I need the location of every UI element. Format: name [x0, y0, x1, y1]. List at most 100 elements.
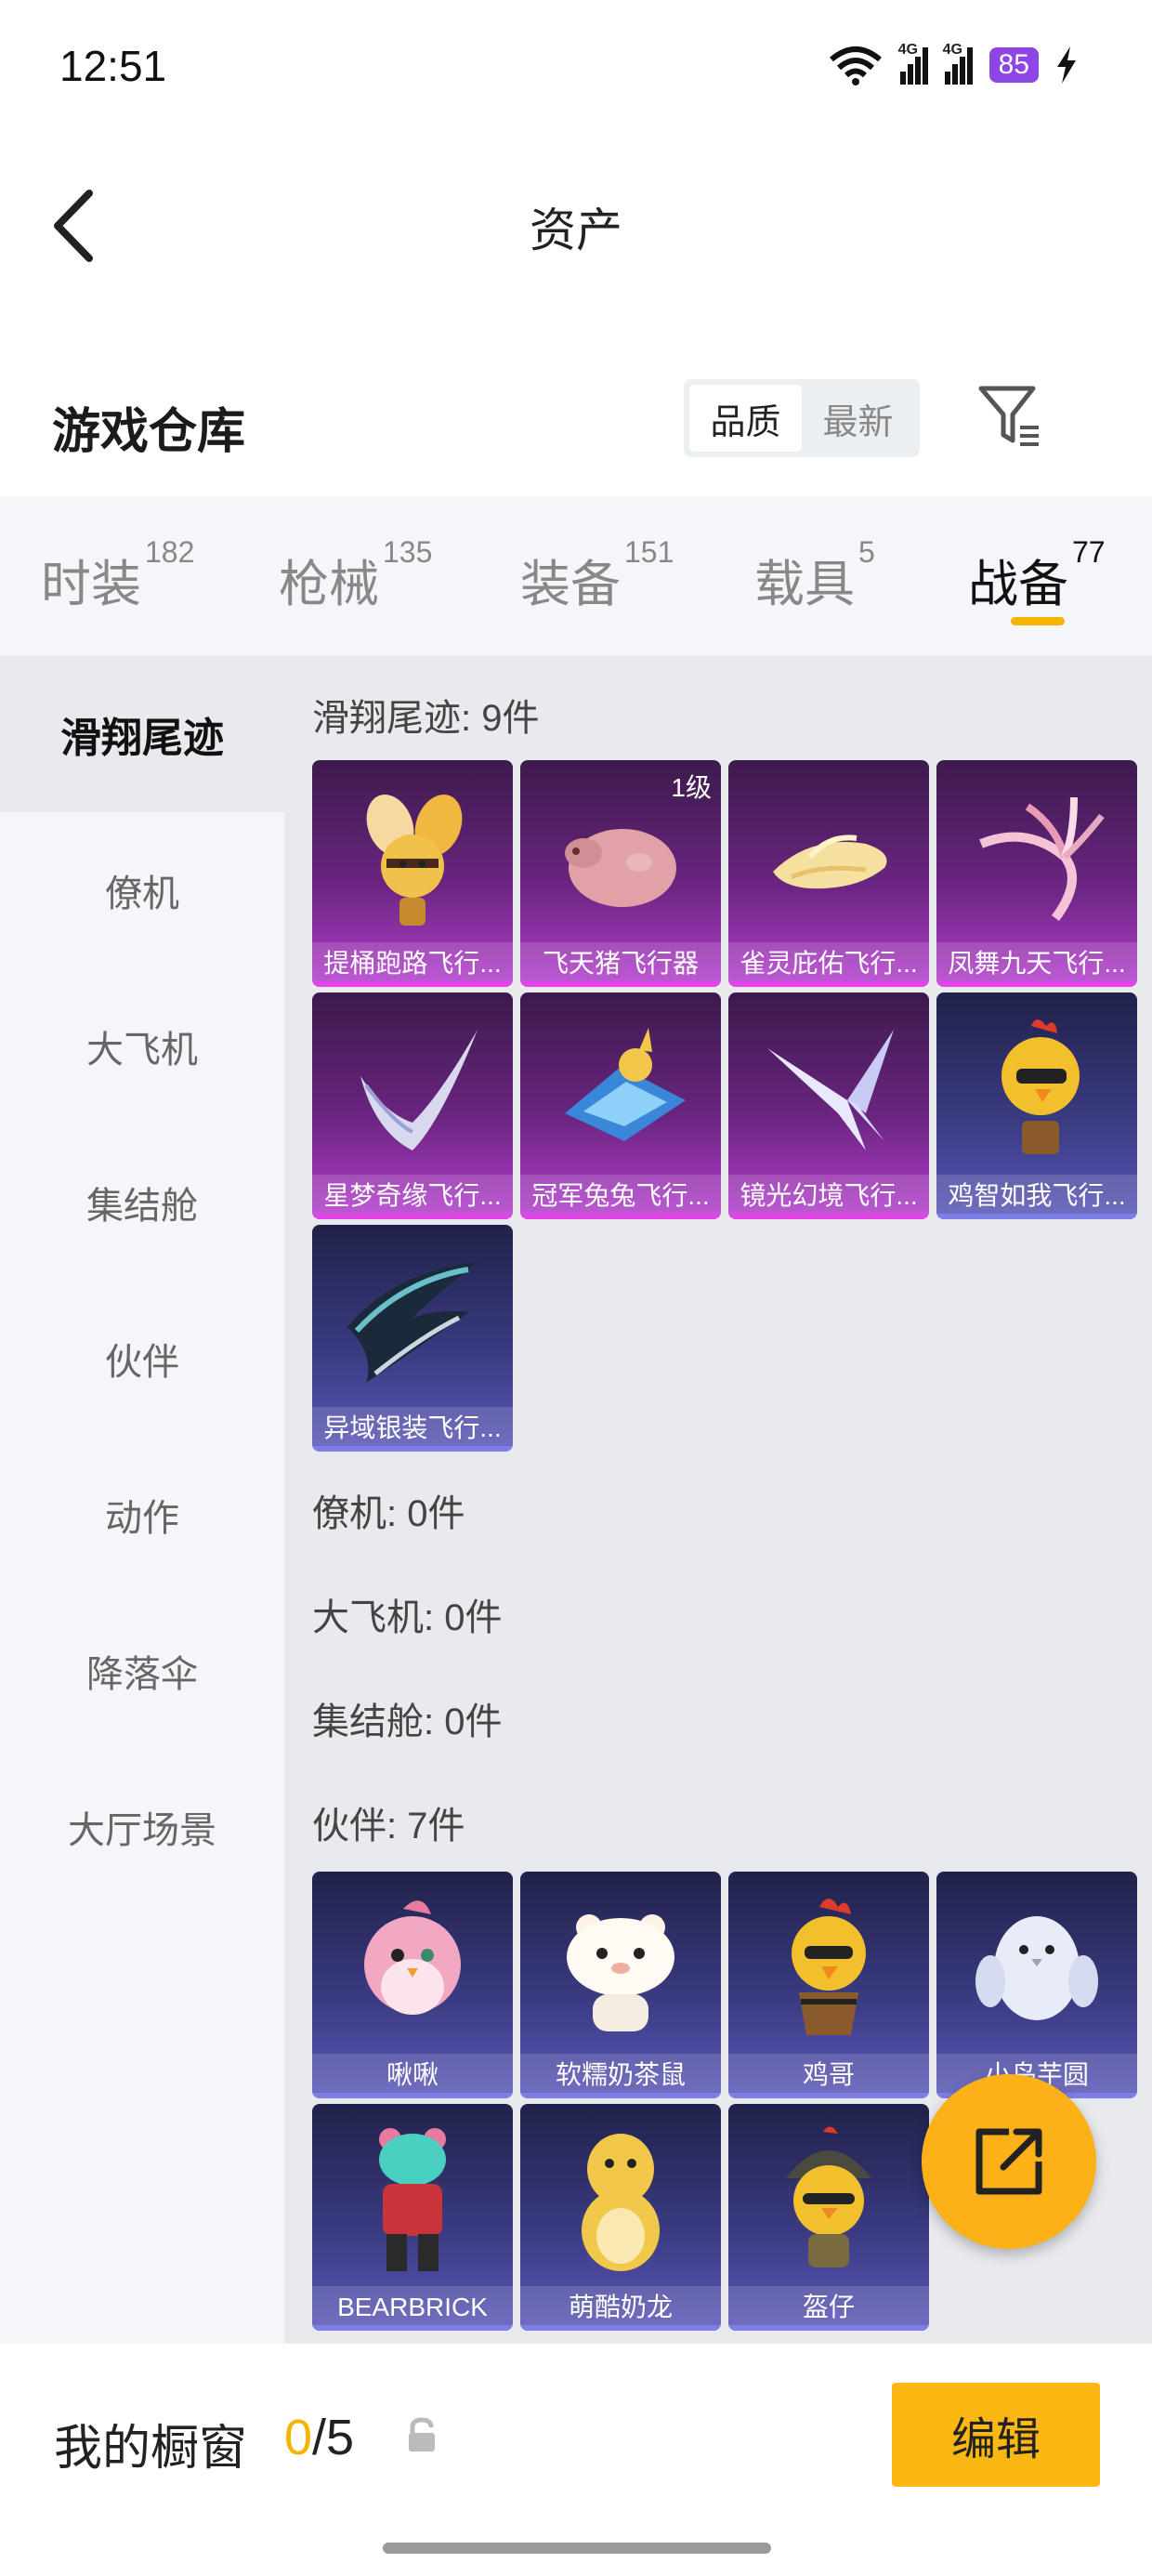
tab-label: 枪械	[279, 557, 379, 612]
tab-equipment[interactable]: 装备151	[520, 535, 674, 616]
filter-icon[interactable]	[977, 383, 1042, 450]
item-card[interactable]: 鸡智如我飞行...	[936, 992, 1137, 1219]
crystal-wing-icon	[767, 1030, 894, 1150]
item-level: 1级	[671, 773, 712, 802]
page-title: 资产	[530, 204, 622, 256]
charging-icon	[1057, 46, 1076, 84]
item-card[interactable]: BEARBRICK	[312, 2104, 513, 2331]
item-card[interactable]: 冠军兔兔飞行...	[520, 992, 721, 1219]
sort-newest[interactable]: 最新	[802, 385, 914, 452]
sidebar-item-wingman[interactable]: 僚机	[0, 812, 284, 968]
item-name: 星梦奇缘飞行...	[312, 1175, 513, 1219]
rooster-icon	[792, 1899, 866, 2035]
item-card[interactable]: 盔仔	[728, 2104, 929, 2331]
tab-vehicles[interactable]: 载具5	[754, 535, 875, 616]
bearbrick-icon	[379, 2128, 446, 2271]
bee-balloon-icon	[366, 795, 463, 926]
showcase-max: /5	[312, 2410, 355, 2465]
item-name: 凤舞九天飞行...	[936, 942, 1137, 987]
sidebar-item-big-plane[interactable]: 大飞机	[0, 968, 284, 1124]
item-name: 鸡智如我飞行...	[936, 1175, 1137, 1219]
tab-count: 151	[624, 535, 674, 569]
helmet-chick-icon	[786, 2126, 871, 2267]
item-name: 飞天猪飞行器	[520, 942, 721, 987]
lock-icon	[409, 2417, 435, 2451]
home-indicator[interactable]	[383, 2543, 771, 2554]
sidebar-item-glide-trail[interactable]: 滑翔尾迹	[0, 656, 284, 812]
status-icons: 4G 4G 85	[828, 42, 1078, 85]
signal-icon-2: 4G	[943, 42, 973, 85]
sidebar-item-lobby[interactable]: 大厅场景	[0, 1749, 284, 1905]
item-card[interactable]: 提桶跑路飞行...	[312, 760, 513, 987]
phoenix-icon	[979, 796, 1105, 921]
edit-button[interactable]: 编辑	[892, 2383, 1100, 2487]
item-name: 软糯奶茶鼠	[520, 2054, 721, 2098]
item-card[interactable]: 萌酷奶龙	[520, 2104, 721, 2331]
item-card[interactable]: 凤舞九天飞行...	[936, 760, 1137, 987]
item-name: BEARBRICK	[312, 2286, 513, 2331]
sidebar-item-emote[interactable]: 动作	[0, 1437, 284, 1593]
tab-count: 135	[383, 535, 433, 569]
feather-wing-icon	[360, 1030, 478, 1150]
item-name: 异域银装飞行...	[312, 1407, 513, 1452]
item-card[interactable]: 镜光幻境飞行...	[728, 992, 929, 1219]
warehouse-title: 游戏仓库	[52, 405, 246, 459]
sidebar-item-pod[interactable]: 集结舱	[0, 1124, 284, 1281]
sidebar: 滑翔尾迹 僚机 大飞机 集结舱 伙伴 动作 降落伞 大厅场景	[0, 656, 284, 2344]
item-name: 提桶跑路飞行...	[312, 942, 513, 987]
signal-icon: 4G	[898, 42, 928, 85]
active-tab-indicator	[1011, 617, 1065, 625]
tab-combat-prep[interactable]: 战备77	[968, 535, 1106, 616]
showcase-label: 我的橱窗	[54, 2422, 248, 2476]
item-name: 啾啾	[312, 2054, 513, 2098]
share-button[interactable]	[922, 2074, 1096, 2249]
item-name: 鸡哥	[728, 2054, 929, 2098]
group-title: 集结舱: 0件	[312, 1702, 503, 1742]
item-card[interactable]: 软糯奶茶鼠	[520, 1872, 721, 2098]
wifi-icon	[829, 46, 882, 85]
white-bird-icon	[975, 1916, 1098, 2020]
showcase-current: 0	[284, 2410, 313, 2465]
item-name: 冠军兔兔飞行...	[520, 1175, 721, 1219]
tab-fashion[interactable]: 时装182	[41, 535, 194, 616]
sidebar-item-partner[interactable]: 伙伴	[0, 1281, 284, 1437]
tab-label: 战备	[968, 557, 1068, 612]
category-tabs: 时装182 枪械135 装备151 载具5 战备77	[0, 496, 1152, 656]
group-title: 大飞机: 0件	[312, 1597, 503, 1638]
hamster-icon	[567, 1914, 674, 2031]
tab-count: 5	[858, 535, 875, 569]
yellow-dino-icon	[582, 2134, 660, 2271]
item-card[interactable]: 啾啾	[312, 1872, 513, 2098]
group-title: 伙伴: 7件	[312, 1806, 465, 1847]
item-card[interactable]: 雀灵庇佑飞行...	[728, 760, 929, 987]
item-card[interactable]: 小鸟芋圆	[936, 1872, 1137, 2098]
tab-label: 装备	[520, 557, 621, 612]
tab-label: 时装	[41, 557, 141, 612]
sidebar-item-parachute[interactable]: 降落伞	[0, 1593, 284, 1749]
tab-label: 载具	[754, 557, 855, 612]
tab-count: 77	[1072, 535, 1106, 569]
item-name: 镜光幻境飞行...	[728, 1175, 929, 1219]
silver-blade-icon	[347, 1262, 478, 1383]
group-title: 滑翔尾迹: 9件	[312, 698, 540, 739]
tab-count: 182	[145, 535, 195, 569]
tab-firearms[interactable]: 枪械135	[279, 535, 432, 616]
network-type-2: 4G	[942, 42, 962, 58]
item-card[interactable]: 星梦奇缘飞行...	[312, 992, 513, 1219]
item-name: 盔仔	[728, 2286, 929, 2331]
item-name: 萌酷奶龙	[520, 2286, 721, 2331]
item-card[interactable]: 异域银装飞行...	[312, 1225, 513, 1452]
item-name: 雀灵庇佑飞行...	[728, 942, 929, 987]
item-card[interactable]: 鸡哥	[728, 1872, 929, 2098]
showcase-count: 0/5	[284, 2409, 354, 2466]
item-card[interactable]: 1级 飞天猪飞行器	[520, 760, 721, 987]
battery-indicator: 85	[988, 47, 1039, 83]
sort-toggle[interactable]: 品质 最新	[684, 379, 920, 457]
external-link-icon	[975, 2128, 1042, 2195]
network-type-1: 4G	[897, 42, 918, 58]
sort-quality[interactable]: 品质	[689, 385, 802, 452]
status-time: 12:51	[59, 42, 167, 90]
app-header: 资产	[0, 158, 1152, 288]
rabbit-jet-icon	[565, 1028, 686, 1141]
status-bar: 12:51 4G 4G 85	[0, 0, 1152, 139]
